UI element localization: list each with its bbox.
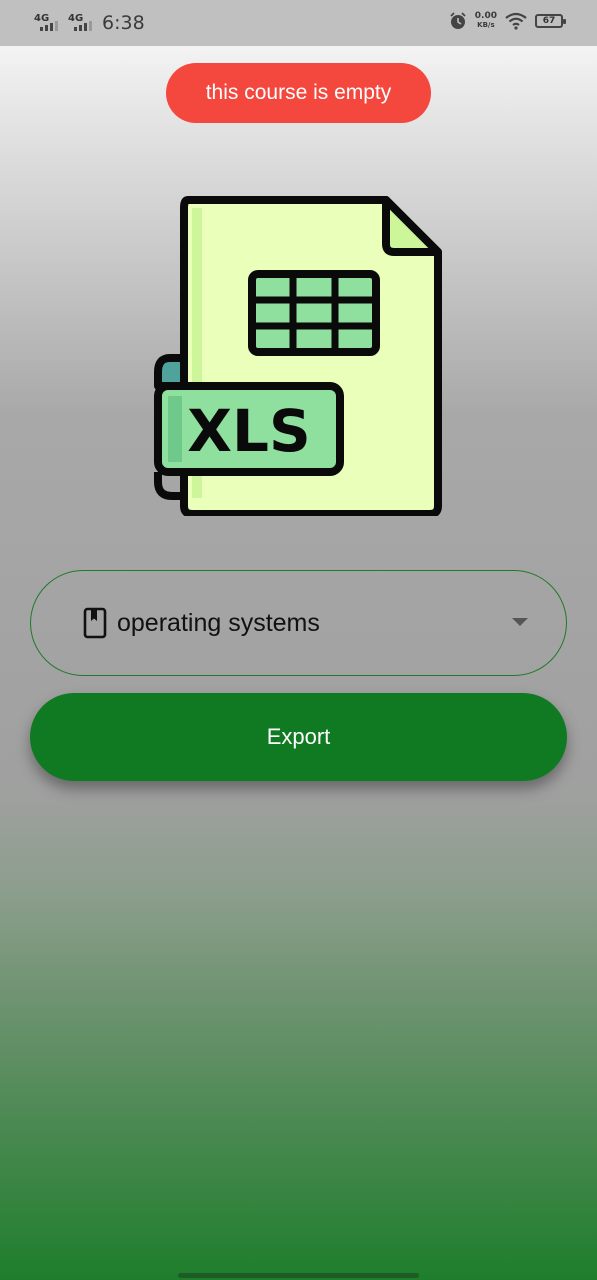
battery-icon: 67 bbox=[535, 14, 566, 28]
chevron-down-icon[interactable] bbox=[512, 618, 528, 626]
signal-icon-2: 4G bbox=[68, 13, 96, 33]
xls-label: XLS bbox=[187, 397, 310, 465]
signal-icon: 4G bbox=[34, 13, 62, 33]
alarm-icon bbox=[450, 12, 466, 29]
speed-value: 0.00 bbox=[474, 11, 497, 21]
wifi-icon bbox=[505, 12, 527, 30]
status-time: 6:38 bbox=[102, 12, 145, 34]
status-bar: 4G 4G 6:38 0.00 KB/s 67 bbox=[0, 0, 597, 46]
book-icon bbox=[83, 607, 107, 639]
battery-level: 67 bbox=[542, 16, 556, 26]
export-screen: this course is empty XLS operating syste… bbox=[0, 46, 597, 1280]
empty-course-toast: this course is empty bbox=[166, 63, 431, 123]
course-dropdown[interactable]: operating systems bbox=[30, 570, 567, 676]
network-speed: 0.00 KB/s bbox=[475, 12, 497, 30]
home-indicator[interactable] bbox=[178, 1273, 419, 1278]
speed-unit: KB/s bbox=[477, 21, 495, 29]
status-right: 0.00 KB/s 67 bbox=[449, 12, 566, 30]
xls-file-icon: XLS bbox=[154, 196, 442, 516]
export-button[interactable]: Export bbox=[30, 693, 567, 781]
selected-course: operating systems bbox=[117, 609, 320, 637]
status-left: 4G 4G 6:38 bbox=[34, 12, 145, 34]
